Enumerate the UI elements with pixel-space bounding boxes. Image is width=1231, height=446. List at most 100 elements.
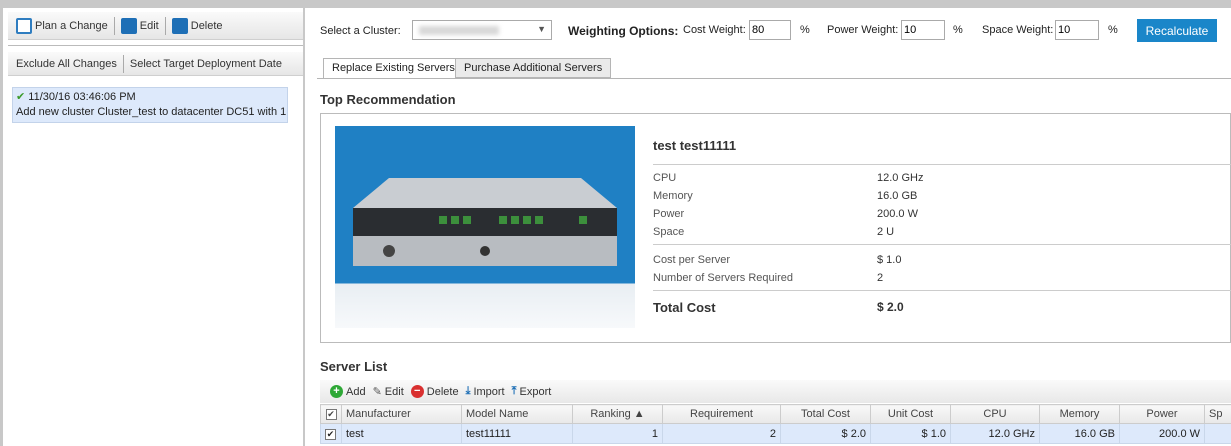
import-label: Import: [473, 385, 505, 398]
space-weight-label: Space Weight:: [982, 24, 1054, 36]
total-value: $ 2.0: [877, 300, 904, 314]
pencil-icon: ✎: [372, 386, 382, 398]
spec-space: Space 2 U: [653, 226, 1231, 244]
spec-value: 12.0 GHz: [877, 172, 924, 184]
column-ranking[interactable]: Ranking ▲: [572, 404, 663, 424]
export-button[interactable]: ⤒ Export: [512, 385, 552, 398]
spec-value: 200.0 W: [877, 208, 918, 220]
weighting-label: Weighting Options:: [568, 24, 679, 38]
delete-label: Delete: [426, 385, 459, 398]
recalculate-button[interactable]: Recalculate: [1137, 19, 1217, 42]
servers-required: Number of Servers Required 2: [653, 272, 1231, 290]
percent-label: %: [800, 24, 810, 36]
power-weight-label: Power Weight:: [827, 24, 899, 36]
minus-circle-icon: −: [410, 385, 424, 398]
plan-label: Plan a Change: [35, 19, 108, 32]
select-all-checkbox[interactable]: ✔: [320, 404, 342, 424]
column-power[interactable]: Power: [1119, 404, 1205, 424]
chevron-down-icon: ▼: [537, 24, 546, 34]
download-icon: ⤓: [465, 385, 471, 397]
spec-value: 2 U: [877, 226, 895, 238]
plan-change-button[interactable]: Plan a Change: [16, 17, 108, 34]
column-model-name[interactable]: Model Name: [461, 404, 573, 424]
server-name: test test11111: [653, 138, 737, 153]
cell-power: 200.0 W: [1119, 423, 1205, 444]
recommendation-details: test test11111 CPU 12.0 GHz Memory 16.0 GB…: [653, 138, 1231, 315]
change-list-item[interactable]: ✔ 11/30/16 03:46:06 PM Add new cluster C…: [12, 87, 288, 123]
recommendation-box: test test11111 CPU 12.0 GHz Memory 16.0 GB…: [320, 113, 1231, 343]
cost-value: 2: [877, 272, 884, 284]
spec-value: 16.0 GB: [877, 190, 918, 202]
cost-label: Number of Servers Required: [653, 272, 794, 284]
cost-weight-label: Cost Weight:: [683, 24, 746, 36]
main-panel: Select a Cluster: ▼ Weighting Options: C…: [305, 8, 1231, 446]
calendar-icon: [16, 17, 32, 34]
table-header: ✔ Manufacturer Model Name Ranking ▲ Requ…: [320, 404, 1231, 424]
cluster-value-blurred: [419, 26, 499, 35]
cluster-select[interactable]: ▼: [412, 20, 552, 40]
delete-server-button[interactable]: − Delete: [410, 385, 459, 398]
space-weight-input[interactable]: [1055, 20, 1099, 40]
power-weight-input[interactable]: [901, 20, 945, 40]
column-manufacturer[interactable]: Manufacturer: [341, 404, 462, 424]
change-toolbar: Plan a Change Edit Delete: [8, 12, 304, 40]
edit-label: Edit: [384, 385, 404, 398]
delete-label: Delete: [190, 19, 223, 32]
divider: [8, 45, 304, 46]
cell-unit-cost: $ 1.0: [870, 423, 951, 444]
change-timestamp: 11/30/16 03:46:06 PM: [28, 91, 136, 103]
total-cost: Total Cost $ 2.0: [653, 300, 1231, 318]
spec-power: Power 200.0 W: [653, 208, 1231, 226]
server-image: [335, 126, 635, 328]
server-list-toolbar: + Add ✎ Edit − Delete ⤓ Import ⤒ Export: [320, 380, 1231, 403]
cost-label: Cost per Server: [653, 254, 731, 266]
cost-value: $ 1.0: [877, 254, 902, 266]
divider: [653, 244, 1231, 245]
window-frame: [0, 0, 1231, 8]
cell-space: [1204, 423, 1231, 444]
edit-label: Edit: [139, 19, 159, 32]
export-label: Export: [519, 385, 552, 398]
table-row[interactable]: ✔ test test11111 1 2 $ 2.0 $ 1.0 12.0 GH…: [320, 423, 1231, 444]
column-cpu[interactable]: CPU: [950, 404, 1040, 424]
cell-cpu: 12.0 GHz: [950, 423, 1040, 444]
separator: [164, 16, 166, 35]
spec-cpu: CPU 12.0 GHz: [653, 172, 1231, 190]
divider: [653, 290, 1231, 291]
check-icon: ✔: [16, 91, 26, 103]
column-unit-cost[interactable]: Unit Cost: [870, 404, 951, 424]
tab-replace-existing[interactable]: Replace Existing Servers: [323, 58, 464, 79]
separator: [113, 16, 115, 35]
divider: [653, 164, 1231, 165]
add-button[interactable]: + Add: [330, 385, 366, 398]
percent-label: %: [953, 24, 963, 36]
cost-weight-input[interactable]: [749, 20, 791, 40]
trash-icon: [171, 17, 188, 34]
upload-icon: ⤒: [511, 385, 517, 397]
change-panel: Plan a Change Edit Delete Exclude All Ch…: [3, 8, 304, 446]
spec-label: CPU: [653, 172, 677, 184]
column-total-cost[interactable]: Total Cost: [780, 404, 871, 424]
row-checkbox[interactable]: ✔: [320, 423, 342, 444]
server-list-heading: Server List: [320, 359, 388, 374]
column-memory[interactable]: Memory: [1039, 404, 1120, 424]
select-date-button[interactable]: Select Target Deployment Date: [130, 58, 282, 70]
server-illustration: [353, 178, 617, 266]
import-button[interactable]: ⤓ Import: [466, 385, 505, 398]
tab-underline: [317, 78, 1231, 79]
edit-server-button[interactable]: ✎ Edit: [372, 385, 404, 399]
edit-button[interactable]: Edit: [120, 17, 159, 34]
cell-model-name: test11111: [461, 423, 573, 444]
delete-button[interactable]: Delete: [171, 17, 223, 34]
plus-circle-icon: +: [330, 385, 343, 398]
exclude-all-button[interactable]: Exclude All Changes: [16, 58, 117, 70]
column-requirement[interactable]: Requirement: [662, 404, 781, 424]
column-space[interactable]: Sp: [1204, 404, 1231, 424]
cluster-label: Select a Cluster:: [320, 25, 401, 37]
total-label: Total Cost: [653, 300, 716, 315]
server-table: ✔ Manufacturer Model Name Ranking ▲ Requ…: [320, 404, 1231, 444]
tab-purchase-additional[interactable]: Purchase Additional Servers: [455, 58, 612, 78]
add-label: Add: [346, 385, 366, 398]
spec-label: Space: [653, 226, 685, 238]
cell-manufacturer: test: [341, 423, 462, 444]
